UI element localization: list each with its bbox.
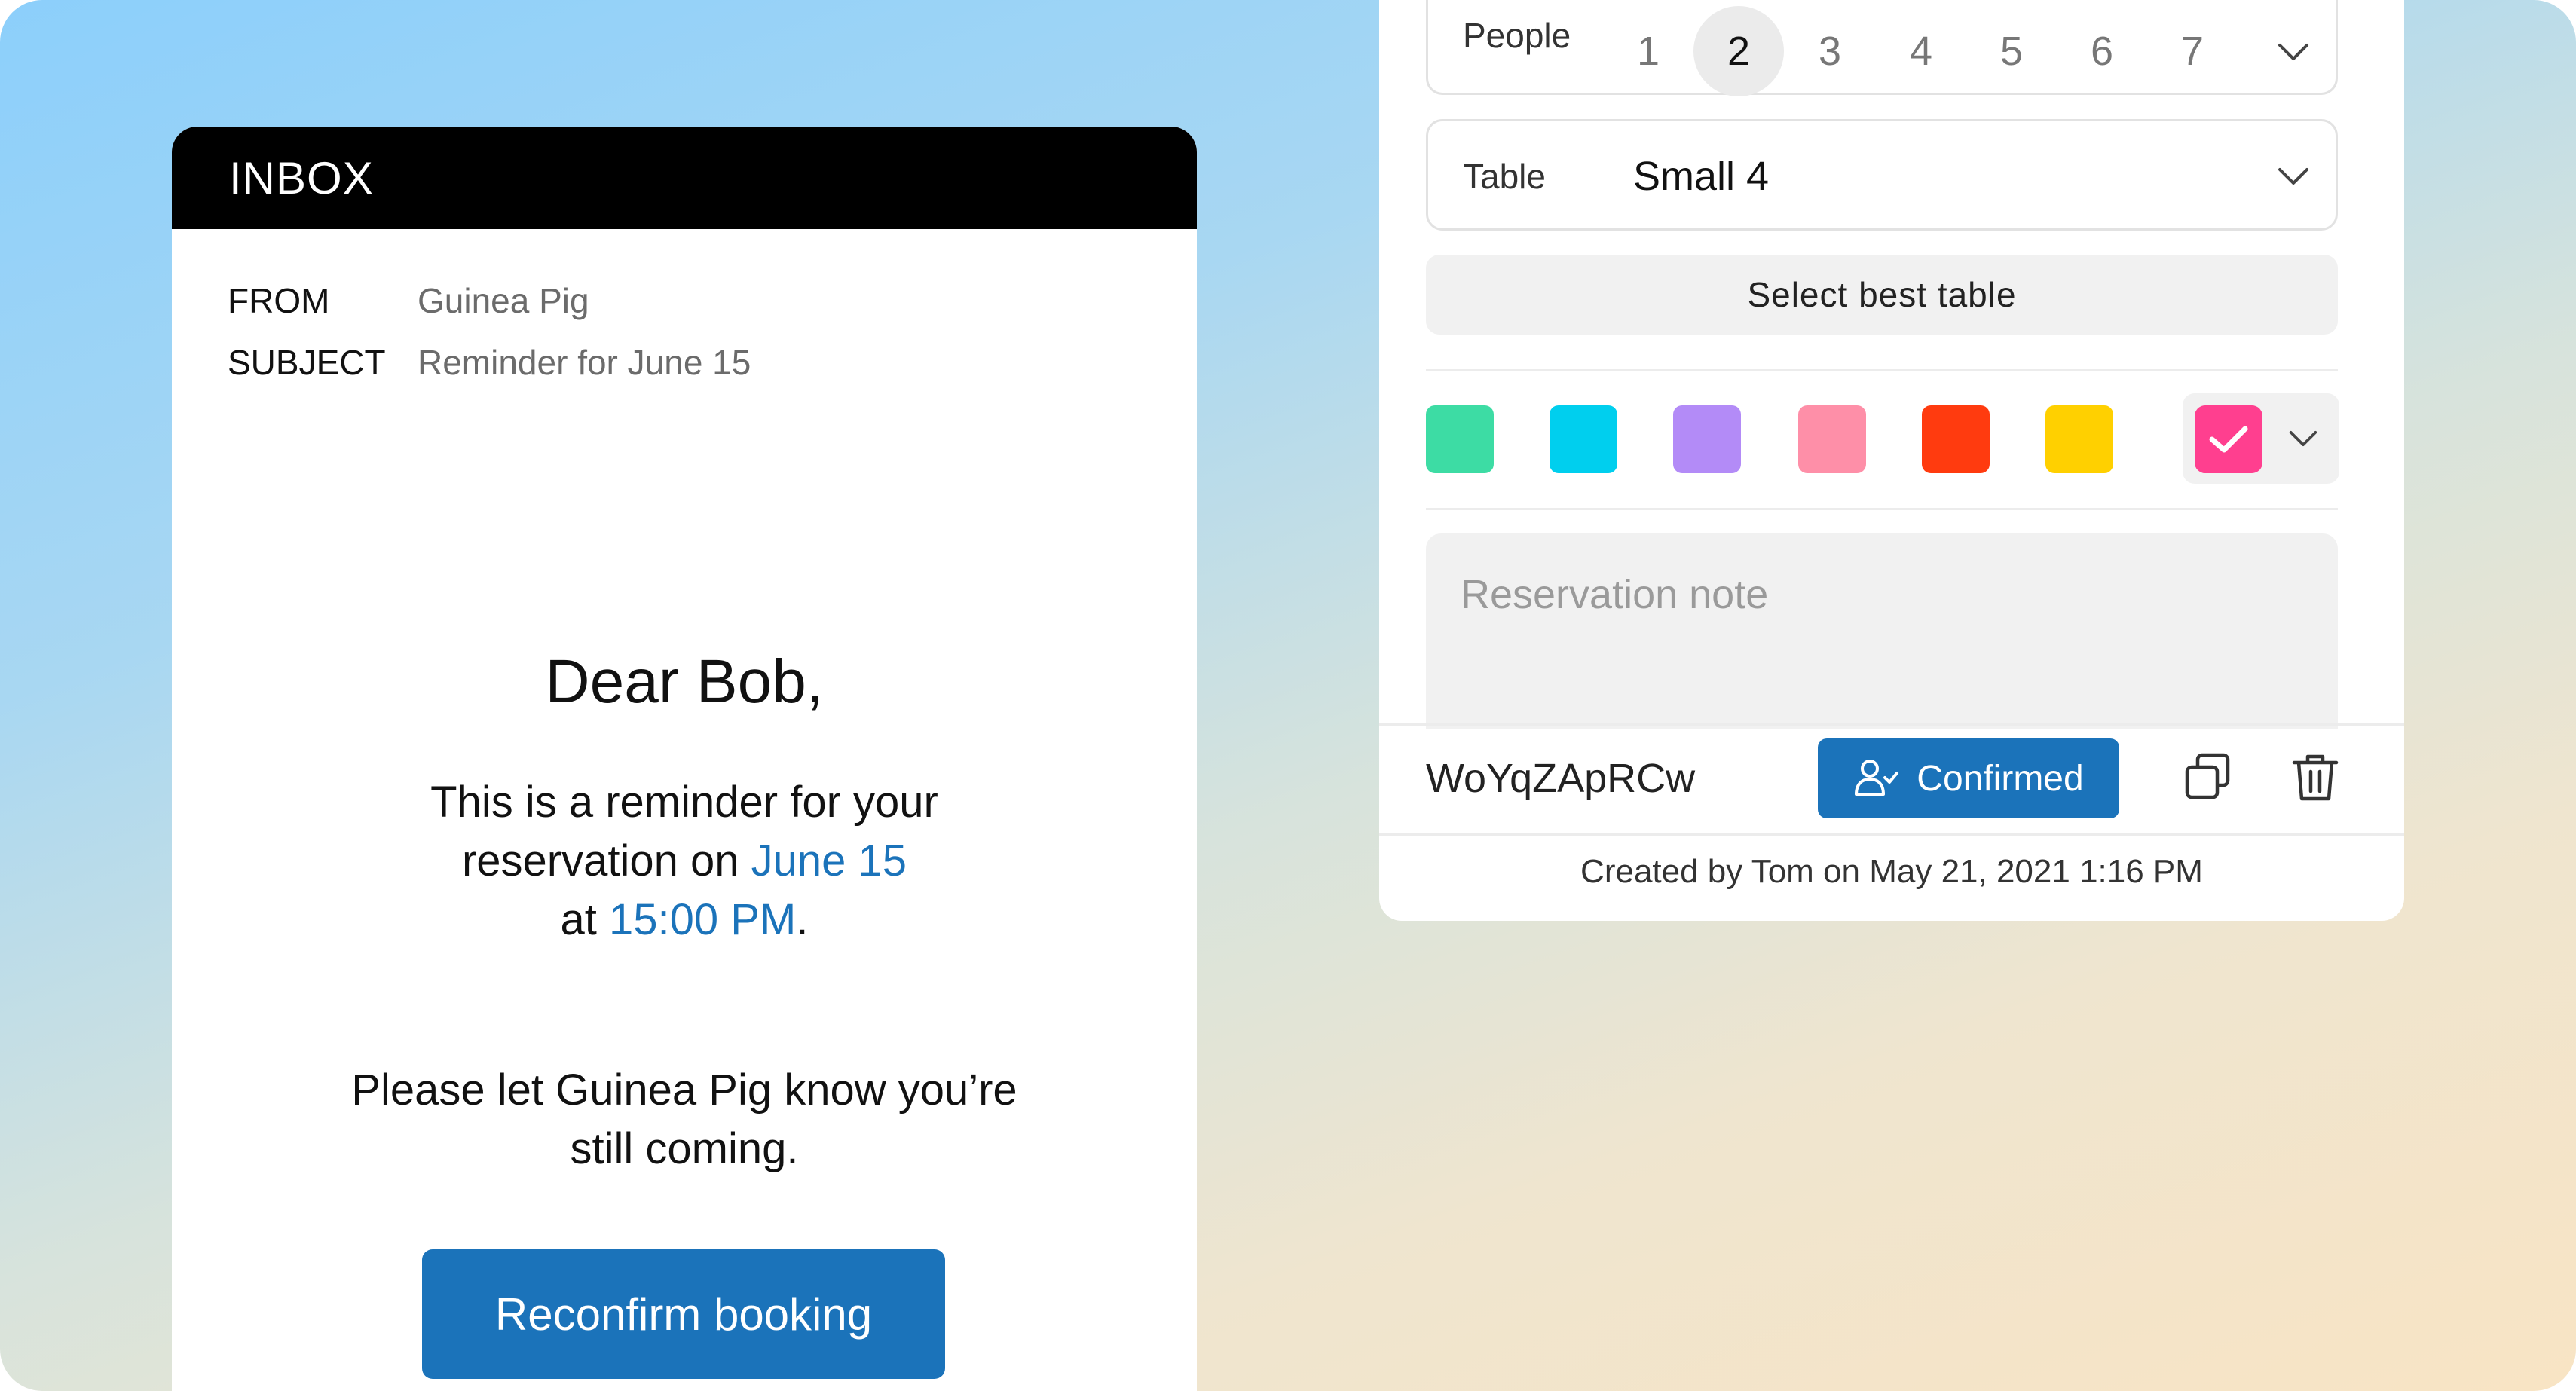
body-line-2: reservation on June 15 (172, 832, 1197, 891)
color-swatch-cyan[interactable] (1550, 405, 1617, 473)
table-select[interactable]: Table Small 4 (1426, 119, 2338, 231)
people-option-1[interactable]: 1 (1603, 6, 1693, 96)
email-header: INBOX (172, 127, 1197, 229)
chevron-down-icon[interactable] (2277, 42, 2310, 62)
body-line-3-suffix: . (796, 895, 809, 944)
select-best-table-button[interactable]: Select best table (1426, 255, 2338, 335)
reconfirm-booking-button[interactable]: Reconfirm booking (422, 1249, 945, 1379)
divider (1379, 723, 2404, 726)
email-body-2: Please let Guinea Pig know you’re still … (172, 1061, 1197, 1179)
email-body: This is a reminder for your reservation … (172, 773, 1197, 949)
people-option-7[interactable]: 7 (2147, 6, 2238, 96)
reservation-panel: People 1 2 3 4 5 6 7 Table Small 4 Selec… (1379, 0, 2404, 921)
people-option-5[interactable]: 5 (1966, 6, 2057, 96)
reservation-code: WoYqZApRCw (1426, 756, 1696, 801)
from-row: FROM Guinea Pig (228, 270, 751, 332)
user-check-icon (1855, 760, 1899, 796)
subject-label: SUBJECT (228, 343, 386, 382)
body-line-2-prefix: reservation on (461, 836, 751, 885)
color-swatch-red[interactable] (1922, 405, 1990, 473)
color-swatch-pink[interactable] (1798, 405, 1866, 473)
people-option-2-selected[interactable]: 2 (1693, 6, 1784, 96)
body2-line-1: Please let Guinea Pig know you’re (351, 1065, 1017, 1114)
body-line-1: This is a reminder for your (430, 778, 938, 827)
divider (1379, 833, 2404, 836)
color-swatch-green[interactable] (1426, 405, 1494, 473)
created-info: Created by Tom on May 21, 2021 1:16 PM (1580, 853, 2203, 890)
people-label: People (1463, 16, 1571, 55)
subject-value: Reminder for June 15 (418, 343, 751, 382)
color-swatch-yellow[interactable] (2045, 405, 2113, 473)
from-value: Guinea Pig (418, 281, 589, 320)
color-dropdown[interactable] (2183, 393, 2339, 484)
reservation-date: June 15 (751, 836, 907, 885)
copy-icon[interactable] (2181, 751, 2235, 805)
email-meta: FROM Guinea Pig SUBJECT Reminder for Jun… (228, 270, 751, 393)
people-option-3[interactable]: 3 (1785, 6, 1875, 96)
people-option-4[interactable]: 4 (1876, 6, 1966, 96)
body-line-3-prefix: at (560, 895, 610, 944)
selected-color-swatch (2195, 405, 2262, 473)
inbox-title: INBOX (229, 152, 374, 203)
table-value: Small 4 (1633, 154, 1770, 199)
email-card: INBOX FROM Guinea Pig SUBJECT Reminder f… (172, 127, 1197, 1391)
reservation-time: 15:00 PM (609, 895, 797, 944)
table-label: Table (1463, 157, 1546, 196)
checkmark-icon (2209, 426, 2248, 453)
chevron-down-icon (2278, 168, 2308, 185)
body-line-3: at 15:00 PM. (172, 891, 1197, 949)
status-confirmed-button[interactable]: Confirmed (1818, 738, 2119, 818)
divider (1426, 369, 2338, 371)
subject-row: SUBJECT Reminder for June 15 (228, 332, 751, 393)
from-label: FROM (228, 281, 330, 320)
reservation-note-placeholder: Reservation note (1461, 572, 1769, 617)
color-swatch-purple[interactable] (1673, 405, 1741, 473)
reservation-note-field[interactable]: Reservation note (1426, 533, 2338, 729)
email-greeting: Dear Bob, (545, 647, 824, 716)
people-option-6[interactable]: 6 (2057, 6, 2147, 96)
people-selector: People 1 2 3 4 5 6 7 (1426, 0, 2338, 96)
chevron-down-icon (2289, 430, 2317, 446)
background-canvas: INBOX FROM Guinea Pig SUBJECT Reminder f… (0, 0, 2576, 1391)
status-label: Confirmed (1917, 758, 2084, 799)
body2-line-2: still coming. (570, 1124, 799, 1173)
trash-icon[interactable] (2288, 751, 2342, 805)
divider (1426, 508, 2338, 510)
